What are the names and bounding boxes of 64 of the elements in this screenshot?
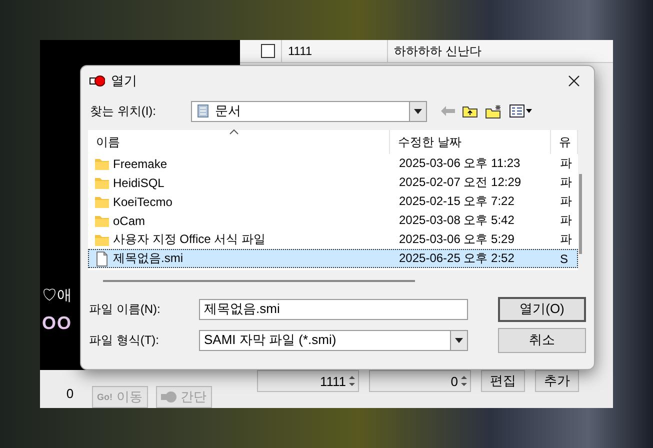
scrollbar-thumb[interactable] xyxy=(579,174,582,254)
subtitle-text: OO xyxy=(42,313,72,334)
folder-icon xyxy=(94,232,110,247)
window-title: 열기 xyxy=(111,72,137,90)
file-date: 2025-03-06 오후 5:29 xyxy=(398,231,516,248)
file-name: 사용자 지정 Office 서식 파일 xyxy=(113,231,266,248)
up-folder-icon[interactable] xyxy=(462,104,478,118)
file-name: 제목없음.smi xyxy=(113,250,183,267)
action-button[interactable]: 추가 xyxy=(535,370,579,392)
file-type: 파 xyxy=(559,212,573,229)
position-text: 0 xyxy=(65,384,75,400)
file-date: 2025-03-08 오후 5:42 xyxy=(398,212,516,229)
subtitle-text: ♡애 xyxy=(42,286,72,305)
file-row[interactable]: 제목없음.smi 2025-06-25 오후 2:52 S xyxy=(88,249,578,268)
open-button[interactable]: 열기(O) xyxy=(498,296,586,322)
file-type: 파 xyxy=(559,193,573,210)
folder-icon xyxy=(94,213,110,228)
file-type-dropdown[interactable]: SAMI 자막 파일 (*.smi) xyxy=(199,330,468,350)
field-label: 찾는 위치(I): xyxy=(90,102,157,120)
file-type: S xyxy=(559,252,570,266)
folder-icon xyxy=(94,175,110,190)
table-cell: 1111 xyxy=(282,40,388,62)
dropdown-arrow-icon xyxy=(414,108,422,114)
file-name: KoeiTecmo xyxy=(113,194,172,208)
close-icon xyxy=(568,75,580,87)
action-button[interactable]: 편집 xyxy=(481,370,525,392)
cancel-button[interactable]: 취소 xyxy=(498,328,586,352)
dropdown-arrow-icon xyxy=(455,338,463,342)
file-date: 2025-03-06 오후 11:23 xyxy=(398,155,522,172)
go-label: Go! xyxy=(97,392,112,402)
file-name-field[interactable]: 제목없음.smi xyxy=(199,298,468,320)
file-name: Freemake xyxy=(113,156,168,170)
column-header[interactable]: 유 xyxy=(551,130,578,154)
number-spinner[interactable]: 1111 xyxy=(257,370,359,392)
view-menu-icon[interactable] xyxy=(509,104,533,118)
file-row[interactable]: oCam 2025-03-08 오후 5:42 파 xyxy=(88,211,578,230)
location-dropdown[interactable]: 문서 xyxy=(191,100,427,122)
folder-icon xyxy=(94,156,110,171)
scrollbar-thumb[interactable] xyxy=(103,280,415,282)
field-label: 파일 형식(T): xyxy=(89,332,160,348)
new-folder-icon[interactable] xyxy=(485,104,502,118)
file-row[interactable]: HeidiSQL 2025-02-07 오전 12:29 파 xyxy=(88,173,578,192)
file-row[interactable]: KoeiTecmo 2025-02-15 오후 7:22 파 xyxy=(88,192,578,211)
file-row[interactable]: Freemake 2025-03-06 오후 11:23 파 xyxy=(88,154,578,173)
file-name: HeidiSQL xyxy=(113,176,164,190)
file-date: 2025-02-15 오후 7:22 xyxy=(398,193,516,210)
checkbox[interactable] xyxy=(261,44,275,58)
column-header[interactable]: 이름 xyxy=(88,130,390,154)
folder-icon xyxy=(94,194,110,209)
file-name: oCam xyxy=(113,214,146,228)
file-type: 파 xyxy=(559,231,573,248)
document-icon xyxy=(197,104,209,118)
field-label: 파일 이름(N): xyxy=(89,300,162,318)
file-date: 2025-06-25 오후 2:52 xyxy=(398,250,516,267)
file-date: 2025-02-07 오전 12:29 xyxy=(398,174,522,191)
number-spinner[interactable]: 0 xyxy=(369,370,471,392)
file-type: 파 xyxy=(559,174,573,191)
file-icon xyxy=(94,250,110,266)
column-header[interactable]: 수정한 날짜 xyxy=(390,130,551,154)
app-icon xyxy=(89,74,105,88)
glove-icon xyxy=(160,391,176,403)
file-type: 파 xyxy=(559,155,573,172)
table-cell-text: 하하하하 신난다 xyxy=(393,42,482,60)
file-row[interactable]: 사용자 지정 Office 서식 파일 2025-03-06 오후 5:29 파 xyxy=(88,230,578,249)
